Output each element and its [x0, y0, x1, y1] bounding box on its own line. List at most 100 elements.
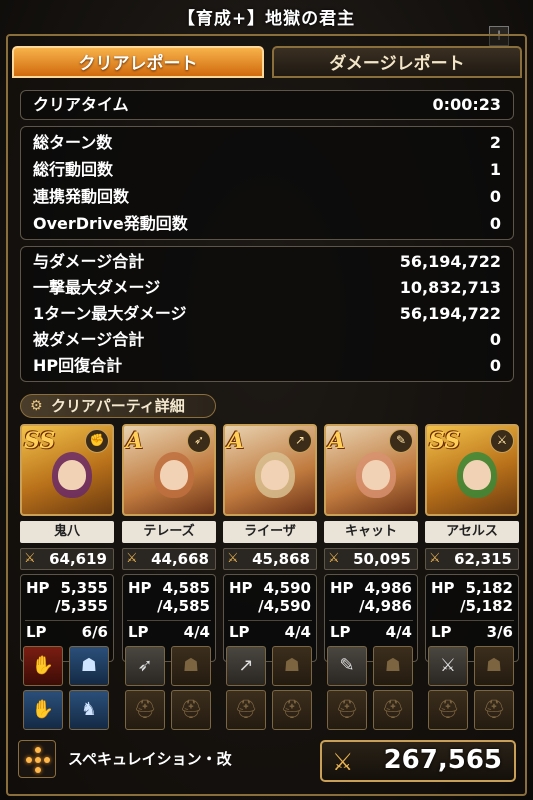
hp-value: 4,585 — [162, 579, 210, 597]
power-box: ⚔ 64,619 — [20, 548, 114, 570]
formation-bar[interactable]: スペキュレイション・改 — [14, 740, 314, 780]
bow-icon: ➶ — [137, 655, 153, 676]
crossed-swords-icon: ⚔ — [429, 551, 441, 566]
armor-icon: ☗ — [80, 655, 98, 676]
crossed-swords-icon: ⚔ — [24, 551, 36, 566]
tab-damage-report[interactable]: ダメージレポート — [272, 46, 522, 78]
character-portrait[interactable]: A ↗ — [223, 424, 317, 516]
clear-time-label: クリアタイム — [33, 95, 129, 114]
lance-icon: ↗ — [238, 655, 254, 676]
equip-slot[interactable]: ✎ — [327, 646, 367, 686]
equip-slot[interactable]: ⛑ — [428, 690, 468, 730]
character-portrait[interactable]: A ✎ — [324, 424, 418, 516]
stat-value: 56,194,722 — [399, 252, 501, 271]
hp-max-value: /4,590 — [258, 597, 311, 615]
empty-accessory-icon: ⛑ — [482, 699, 506, 720]
character-portrait[interactable]: SS ⚔ — [425, 424, 519, 516]
lp-label: LP — [128, 623, 149, 641]
formation-icon — [18, 740, 56, 778]
hp-value: 5,182 — [465, 579, 513, 597]
empty-armor-icon: ☗ — [384, 655, 402, 676]
stat-value: 1 — [489, 160, 501, 179]
stat-value: 0 — [489, 187, 501, 206]
equip-slot[interactable]: ➶ — [125, 646, 165, 686]
stat-value: 2 — [489, 133, 501, 152]
empty-helmet-icon: ⛑ — [234, 699, 258, 720]
stat-row: 与ダメージ合計 56,194,722 — [33, 249, 501, 275]
lp-value: 3/6 — [486, 623, 513, 641]
equip-slot[interactable]: ☗ — [474, 646, 514, 686]
crossed-swords-icon: ⚔ — [227, 551, 239, 566]
empty-armor-icon: ☗ — [182, 655, 200, 676]
equip-slot[interactable]: ☗ — [272, 646, 312, 686]
stat-row: 1ターン最大ダメージ 56,194,722 — [33, 301, 501, 327]
equip-slot[interactable]: ☗ — [373, 646, 413, 686]
stat-row: 総ターン数 2 — [33, 130, 501, 156]
hp-max-value: /5,182 — [460, 597, 513, 615]
clear-time-value: 0:00:23 — [432, 95, 501, 114]
equip-slot[interactable]: ☗ — [171, 646, 211, 686]
lance-icon: ↗ — [288, 429, 312, 453]
equip-slot[interactable]: ⛑ — [171, 690, 211, 730]
character-skin — [58, 460, 86, 490]
glove-icon: ✋ — [31, 699, 55, 720]
equip-slot[interactable]: ♞ — [69, 690, 109, 730]
hp-label: HP — [26, 579, 50, 597]
party-member-card[interactable]: A ↗ ライーザ ⚔ 45,868 HP 4,590 /4,590 LP 4/4… — [223, 424, 317, 732]
boots-icon: ♞ — [80, 699, 98, 720]
empty-helmet-icon: ⛑ — [436, 699, 460, 720]
party-member-card[interactable]: SS ✊ 鬼八 ⚔ 64,619 HP 5,355 /5,355 LP 6/6 … — [20, 424, 114, 732]
rank-badge: A — [227, 428, 245, 454]
divider — [228, 620, 312, 621]
equip-slot[interactable]: ✋ — [23, 646, 63, 686]
hp-max-value: /4,986 — [359, 597, 412, 615]
equip-slot[interactable]: ✋ — [23, 690, 63, 730]
lp-label: LP — [229, 623, 250, 641]
rank-badge: SS — [24, 428, 56, 454]
stat-label: OverDrive発動回数 — [33, 214, 188, 233]
stat-value: 10,832,713 — [399, 278, 501, 297]
equip-slot[interactable]: ⚔ — [428, 646, 468, 686]
hp-max-value: /5,355 — [55, 597, 108, 615]
tab-clear-report[interactable]: クリアレポート — [12, 46, 264, 78]
stat-value: 0 — [489, 214, 501, 233]
equip-slot[interactable]: ⛑ — [125, 690, 165, 730]
character-name: テレーズ — [122, 521, 216, 543]
bow-icon: ➶ — [187, 429, 211, 453]
stat-label: 連携発動回数 — [33, 187, 130, 206]
stat-label: 1ターン最大ダメージ — [33, 304, 187, 323]
stat-label: 一撃最大ダメージ — [33, 278, 161, 297]
character-portrait[interactable]: SS ✊ — [20, 424, 114, 516]
party-member-card[interactable]: A ➶ テレーズ ⚔ 44,668 HP 4,585 /4,585 LP 4/4… — [122, 424, 216, 732]
character-portrait[interactable]: A ➶ — [122, 424, 216, 516]
equip-slot[interactable]: ⛑ — [327, 690, 367, 730]
empty-armor-icon: ☗ — [485, 655, 503, 676]
character-skin — [261, 460, 289, 490]
stat-label: 総行動回数 — [33, 160, 114, 179]
power-box: ⚔ 50,095 — [324, 548, 418, 570]
party-member-card[interactable]: SS ⚔ アセルス ⚔ 62,315 HP 5,182 /5,182 LP 3/… — [425, 424, 519, 732]
battle-result-screen: 【育成+】地獄の君主 + クリアレポート ダメージレポート クリアタイム 0:0… — [0, 0, 533, 800]
equip-slot[interactable]: ⛑ — [272, 690, 312, 730]
character-name: 鬼八 — [20, 521, 114, 543]
dagger-icon: ✎ — [389, 429, 413, 453]
rank-badge: A — [328, 428, 346, 454]
equip-slot[interactable]: ⛑ — [373, 690, 413, 730]
stat-row: 総行動回数 1 — [33, 157, 501, 183]
equip-slot[interactable]: ⛑ — [474, 690, 514, 730]
stat-label: 総ターン数 — [33, 133, 113, 152]
sword-icon: ⚔ — [439, 655, 457, 676]
equip-slot[interactable]: ↗ — [226, 646, 266, 686]
hp-value: 4,986 — [364, 579, 412, 597]
power-value: 44,668 — [151, 550, 209, 568]
stat-row: HP回復合計 0 — [33, 353, 501, 379]
power-box: ⚔ 44,668 — [122, 548, 216, 570]
hp-max-value: /4,585 — [157, 597, 210, 615]
power-box: ⚔ 45,868 — [223, 548, 317, 570]
empty-accessory-icon: ⛑ — [381, 699, 405, 720]
equip-slot[interactable]: ⛑ — [226, 690, 266, 730]
party-detail-header[interactable]: ⚙ クリアパーティ詳細 — [20, 394, 216, 418]
party-member-card[interactable]: A ✎ キャット ⚔ 50,095 HP 4,986 /4,986 LP 4/4… — [324, 424, 418, 732]
power-value: 64,619 — [49, 550, 107, 568]
equip-slot[interactable]: ☗ — [69, 646, 109, 686]
